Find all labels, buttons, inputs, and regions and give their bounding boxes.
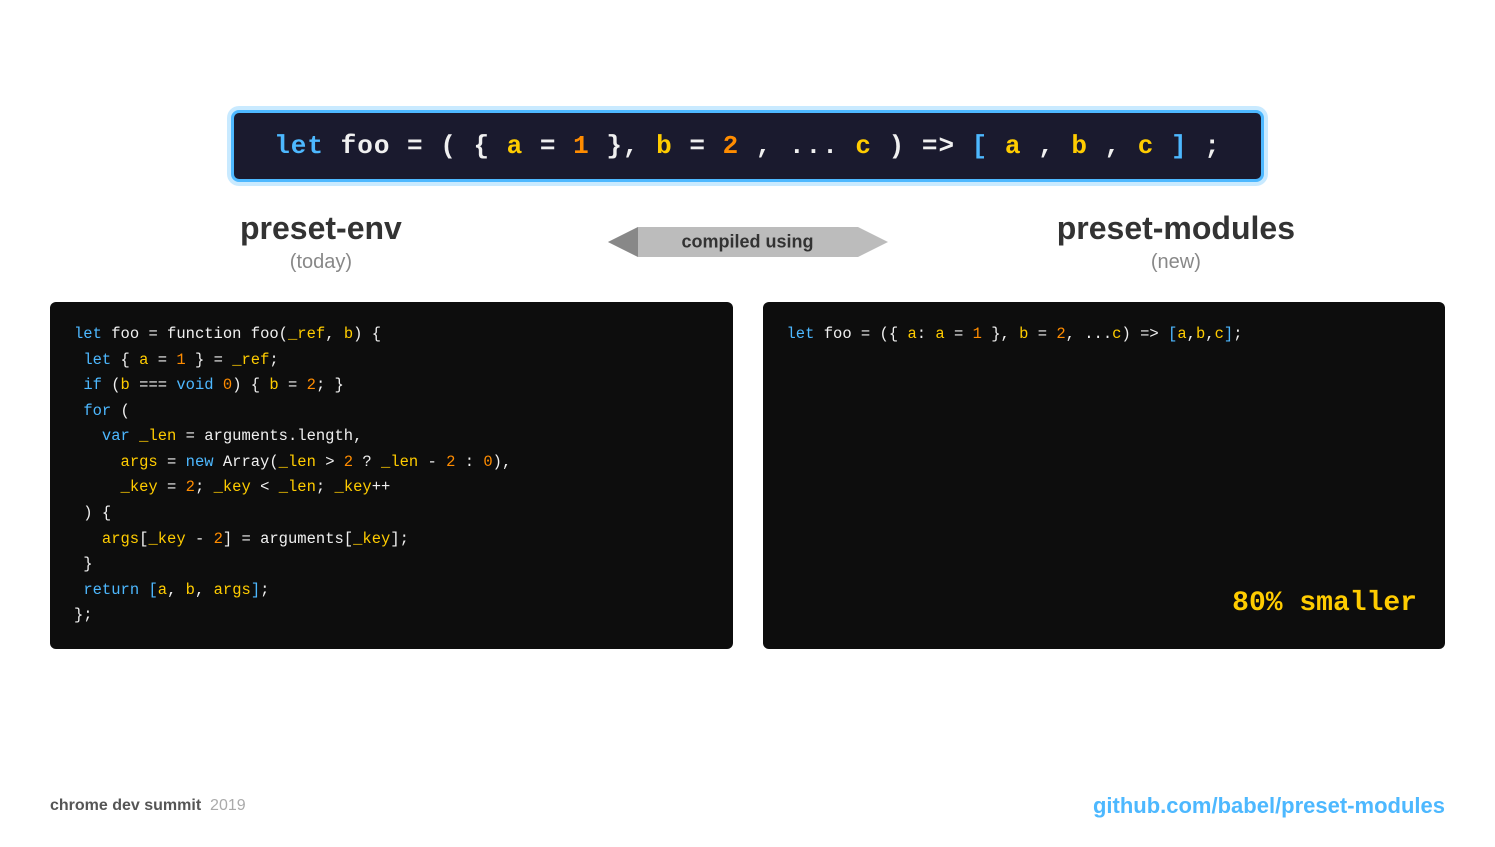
label-preset-modules: preset-modules (new) [1057, 210, 1295, 274]
double-arrow: compiled using [608, 212, 888, 272]
code-2: 2 [723, 131, 740, 161]
code-line-1: let foo = function foo(_ref, b) { [74, 322, 709, 348]
code-brace1: { [473, 131, 506, 161]
arrow-text: compiled using [681, 232, 813, 253]
code-line-4: for ( [74, 399, 709, 425]
code-aeq: = [540, 131, 573, 161]
code-lbr: [ [972, 131, 989, 161]
bottom-panels: let foo = function foo(_ref, b) { let { … [0, 302, 1495, 649]
footer-brand-name: chrome dev summit [50, 797, 201, 814]
code-line-3: if (b === void 0) { b = 2; } [74, 373, 709, 399]
code-com2: , [1105, 131, 1122, 161]
code-let: let [274, 131, 324, 161]
footer-year: 2019 [210, 797, 246, 814]
right-code-line-1: let foo = ({ a: a = 1 }, b = 2, ...c) =>… [787, 322, 1422, 348]
code-line-2: let { a = 1 } = _ref; [74, 348, 709, 374]
code-line-9: args[_key - 2] = arguments[_key]; [74, 527, 709, 553]
smaller-badge: 80% smaller [1232, 581, 1417, 627]
code-line-5: var _len = arguments.length, [74, 424, 709, 450]
code-a: a [507, 131, 524, 161]
code-comma: , ... [756, 131, 839, 161]
code-line-10: } [74, 552, 709, 578]
code-c: c [855, 131, 872, 161]
code-b: b [656, 131, 673, 161]
code-1: 1 [573, 131, 590, 161]
code-rbr: ] [1171, 131, 1188, 161]
code-semi: ; [1204, 131, 1221, 161]
middle-section: preset-env (today) compiled using preset… [0, 212, 1495, 272]
code-com1: , [1038, 131, 1055, 161]
code-line-8: ) { [74, 501, 709, 527]
code-foo: foo [341, 131, 391, 161]
code-a2: a [1005, 131, 1022, 161]
preset-env-subtitle: (today) [240, 251, 402, 274]
footer-link[interactable]: github.com/babel/preset-modules [1093, 793, 1445, 819]
code-c2: c [1138, 131, 1155, 161]
code-arrow: ) => [889, 131, 972, 161]
preset-env-title: preset-env [240, 210, 402, 247]
code-b2: b [1071, 131, 1088, 161]
code-line-12: }; [74, 603, 709, 629]
code-eq: = ( [407, 131, 457, 161]
code-line-11: return [a, b, args]; [74, 578, 709, 604]
footer: chrome dev summit 2019 github.com/babel/… [0, 793, 1495, 819]
slide: let foo = ( { a = 1 }, b = 2 , ... c ) =… [0, 0, 1495, 847]
code-line-6: args = new Array(_len > 2 ? _len - 2 : 0… [74, 450, 709, 476]
footer-brand: chrome dev summit 2019 [50, 797, 246, 815]
label-preset-env: preset-env (today) [240, 210, 402, 274]
preset-modules-title: preset-modules [1057, 210, 1295, 247]
code-line-7: _key = 2; _key < _len; _key++ [74, 475, 709, 501]
code-beq: = [689, 131, 722, 161]
right-code-panel: let foo = ({ a: a = 1 }, b = 2, ...c) =>… [763, 302, 1446, 649]
left-code-panel: let foo = function foo(_ref, b) { let { … [50, 302, 733, 649]
preset-modules-subtitle: (new) [1057, 251, 1295, 274]
arrow-shape: compiled using [608, 212, 888, 272]
top-code-box: let foo = ( { a = 1 }, b = 2 , ... c ) =… [231, 110, 1264, 182]
code-brace2: }, [606, 131, 656, 161]
